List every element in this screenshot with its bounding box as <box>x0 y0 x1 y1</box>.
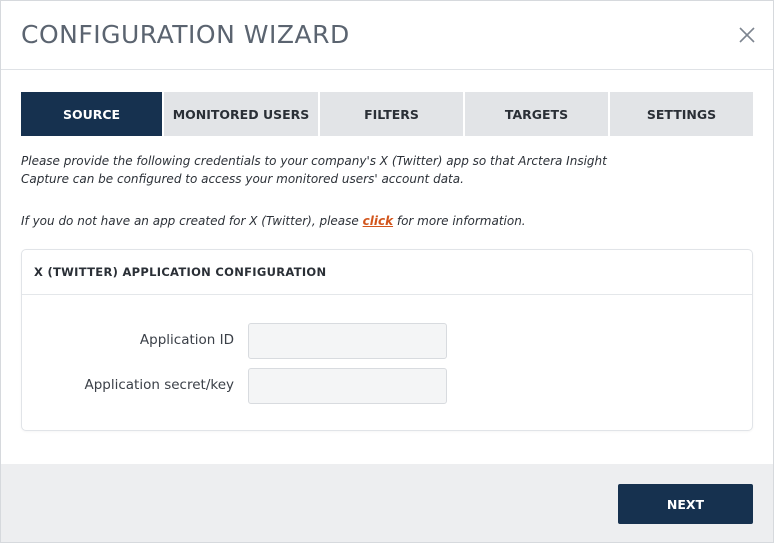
application-secret-label: Application secret/key <box>84 377 234 393</box>
dialog-body: SOURCE MONITORED USERS FILTERS TARGETS S… <box>1 70 773 464</box>
help-text-suffix: for more information. <box>393 214 526 228</box>
tab-monitored-users[interactable]: MONITORED USERS <box>164 92 320 136</box>
help-text-prefix: If you do not have an app created for X … <box>21 214 363 228</box>
next-button[interactable]: NEXT <box>618 484 753 524</box>
intro-text: Please provide the following credentials… <box>21 154 607 186</box>
help-text: If you do not have an app created for X … <box>21 214 526 228</box>
panel-title: X (TWITTER) APPLICATION CONFIGURATION <box>34 265 327 279</box>
panel-divider <box>22 294 752 295</box>
tab-source[interactable]: SOURCE <box>21 92 164 136</box>
tab-settings[interactable]: SETTINGS <box>610 92 753 136</box>
dialog-title: CONFIGURATION WIZARD <box>21 20 350 49</box>
help-link[interactable]: click <box>363 214 393 228</box>
application-id-label: Application ID <box>139 332 234 348</box>
application-secret-input[interactable] <box>248 368 447 404</box>
dialog-header: CONFIGURATION WIZARD <box>1 1 773 70</box>
tab-targets[interactable]: TARGETS <box>465 92 610 136</box>
dialog-footer: NEXT <box>1 464 773 542</box>
application-id-input[interactable] <box>248 323 447 359</box>
application-config-panel: X (TWITTER) APPLICATION CONFIGURATION Ap… <box>21 249 753 431</box>
tab-filters[interactable]: FILTERS <box>320 92 465 136</box>
wizard-tabs: SOURCE MONITORED USERS FILTERS TARGETS S… <box>21 92 753 136</box>
close-icon[interactable] <box>737 25 757 45</box>
configuration-wizard-dialog: CONFIGURATION WIZARD SOURCE MONITORED US… <box>0 0 774 543</box>
